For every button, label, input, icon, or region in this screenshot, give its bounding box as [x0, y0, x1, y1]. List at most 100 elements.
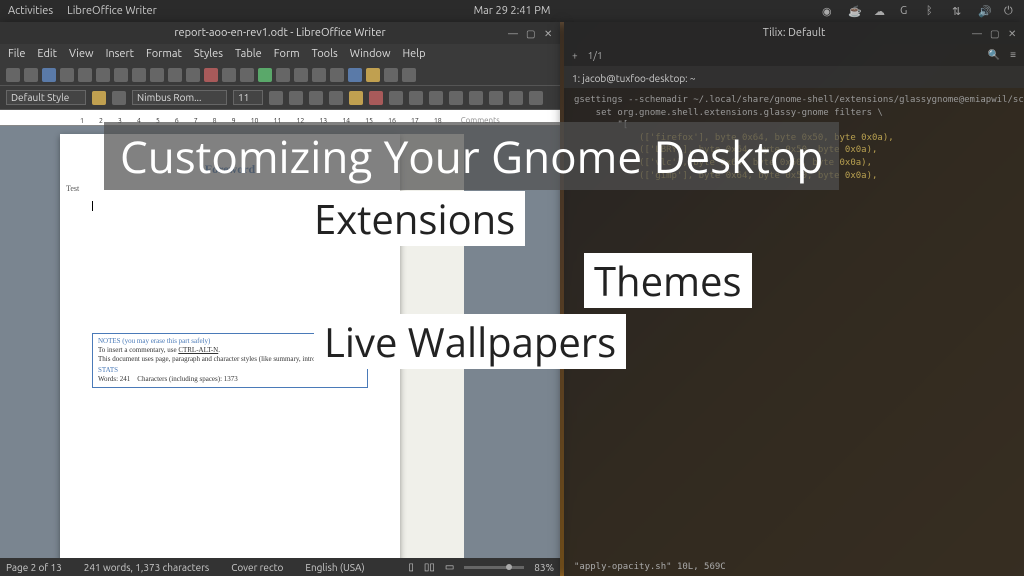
- font-color-icon[interactable]: [369, 91, 383, 105]
- special-char-icon[interactable]: [384, 68, 398, 82]
- italic-icon[interactable]: [289, 91, 303, 105]
- maximize-button[interactable]: ▢: [526, 28, 536, 38]
- bold-icon[interactable]: [269, 91, 283, 105]
- indent-inc-icon[interactable]: [529, 91, 543, 105]
- header-icon[interactable]: [312, 68, 326, 82]
- power-icon[interactable]: ⏻: [1004, 5, 1016, 17]
- menu-view[interactable]: View: [69, 48, 94, 60]
- bullets-icon[interactable]: [469, 91, 483, 105]
- bluetooth-icon[interactable]: ᛒ: [926, 5, 938, 17]
- font-size-select[interactable]: 11: [233, 90, 263, 105]
- tilix-nav[interactable]: 1/1: [588, 50, 603, 61]
- page-break-icon[interactable]: [348, 68, 362, 82]
- align-justify-icon[interactable]: [449, 91, 463, 105]
- align-left-icon[interactable]: [389, 91, 403, 105]
- coffee-icon[interactable]: ☕: [848, 5, 860, 17]
- image-icon[interactable]: [240, 68, 254, 82]
- table-icon[interactable]: [222, 68, 236, 82]
- tilix-menu-icon[interactable]: ≡: [1010, 49, 1016, 61]
- lo-toolbar-formatting: Default Style Nimbus Rom... 11: [0, 86, 560, 110]
- menu-styles[interactable]: Styles: [194, 48, 223, 60]
- tilix-close-button[interactable]: ✕: [1008, 28, 1018, 38]
- menu-form[interactable]: Form: [274, 48, 300, 60]
- activities-button[interactable]: Activities: [8, 5, 53, 17]
- highlight-icon[interactable]: [349, 91, 363, 105]
- field-icon[interactable]: [366, 68, 380, 82]
- steam-icon[interactable]: ◉: [822, 5, 834, 17]
- update-style-icon[interactable]: [92, 91, 106, 105]
- tilix-search-icon[interactable]: 🔍: [988, 49, 1000, 61]
- save-icon[interactable]: [42, 68, 56, 82]
- indent-dec-icon[interactable]: [509, 91, 523, 105]
- pdf-icon[interactable]: [60, 68, 74, 82]
- tilix-maximize-button[interactable]: ▢: [990, 28, 1000, 38]
- menu-edit[interactable]: Edit: [37, 48, 57, 60]
- lo-titlebar[interactable]: report-aoo-en-rev1.odt - LibreOffice Wri…: [0, 22, 560, 44]
- lo-statusbar: Page 2 of 13 241 words, 1,373 characters…: [0, 558, 560, 576]
- numbering-icon[interactable]: [489, 91, 503, 105]
- status-wordcount[interactable]: 241 words, 1,373 characters: [84, 562, 209, 573]
- tilix-minimize-button[interactable]: —: [972, 28, 982, 38]
- cloud-icon[interactable]: ☁: [874, 5, 886, 17]
- copy-icon[interactable]: [114, 68, 128, 82]
- network-icon[interactable]: ⇅: [952, 5, 964, 17]
- tilix-toolbar: + 1/1 🔍 ≡: [564, 44, 1024, 66]
- topbar-clock[interactable]: Mar 29 2:41 PM: [474, 5, 551, 17]
- new-style-icon[interactable]: [112, 91, 126, 105]
- vim-statusline: "apply-opacity.sh" 10L, 569C: [574, 562, 726, 572]
- menu-table[interactable]: Table: [235, 48, 262, 60]
- libreoffice-window: report-aoo-en-rev1.odt - LibreOffice Wri…: [0, 22, 560, 576]
- comment-icon[interactable]: [294, 68, 308, 82]
- chart-icon[interactable]: [258, 68, 272, 82]
- overlay-wallpapers: Live Wallpapers: [314, 314, 626, 369]
- underline-icon[interactable]: [309, 91, 323, 105]
- overlay-themes: Themes: [584, 253, 752, 308]
- menu-help[interactable]: Help: [402, 48, 425, 60]
- font-name-select[interactable]: Nimbus Rom...: [132, 90, 227, 105]
- view-book-icon[interactable]: ▭: [445, 561, 454, 573]
- cut-icon[interactable]: [96, 68, 110, 82]
- status-page-style[interactable]: Cover recto: [231, 562, 283, 573]
- minimize-button[interactable]: —: [508, 28, 518, 38]
- redo-icon[interactable]: [168, 68, 182, 82]
- hyperlink-icon[interactable]: [276, 68, 290, 82]
- lo-toolbar-standard: [0, 64, 560, 86]
- lo-menubar: File Edit View Insert Format Styles Tabl…: [0, 44, 560, 64]
- find-icon[interactable]: [186, 68, 200, 82]
- overlay-title: Customizing Your Gnome Desktop: [104, 122, 839, 190]
- sync-icon[interactable]: G: [900, 5, 912, 17]
- strike-icon[interactable]: [329, 91, 343, 105]
- open-icon[interactable]: [24, 68, 38, 82]
- view-multi-icon[interactable]: ▯▯: [424, 561, 435, 573]
- paste-icon[interactable]: [132, 68, 146, 82]
- topbar-app-label[interactable]: LibreOffice Writer: [67, 5, 157, 17]
- tilix-title: Tilix: Default: [763, 27, 826, 39]
- close-button[interactable]: ✕: [544, 28, 554, 38]
- spellcheck-icon[interactable]: [204, 68, 218, 82]
- volume-icon[interactable]: 🔊: [978, 5, 990, 17]
- para-style-select[interactable]: Default Style: [6, 90, 86, 105]
- overlay-extensions: Extensions: [304, 191, 525, 246]
- zoom-slider[interactable]: [464, 566, 524, 569]
- draw-icon[interactable]: [402, 68, 416, 82]
- tilix-add-icon[interactable]: +: [572, 50, 578, 61]
- status-page[interactable]: Page 2 of 13: [6, 562, 62, 573]
- zoom-percent[interactable]: 83%: [534, 562, 554, 573]
- menu-tools[interactable]: Tools: [312, 48, 338, 60]
- tilix-tab[interactable]: 1: jacob@tuxfoo-desktop: ~: [572, 73, 696, 84]
- undo-icon[interactable]: [150, 68, 164, 82]
- menu-format[interactable]: Format: [146, 48, 182, 60]
- view-single-icon[interactable]: ▯: [408, 561, 414, 573]
- lo-title: report-aoo-en-rev1.odt - LibreOffice Wri…: [174, 27, 385, 39]
- menu-insert[interactable]: Insert: [106, 48, 134, 60]
- footer-icon[interactable]: [330, 68, 344, 82]
- status-language[interactable]: English (USA): [305, 562, 364, 573]
- menu-window[interactable]: Window: [350, 48, 391, 60]
- text-cursor: [92, 201, 93, 211]
- new-icon[interactable]: [6, 68, 20, 82]
- align-center-icon[interactable]: [409, 91, 423, 105]
- tilix-titlebar[interactable]: Tilix: Default — ▢ ✕: [564, 22, 1024, 44]
- menu-file[interactable]: File: [8, 48, 25, 60]
- print-icon[interactable]: [78, 68, 92, 82]
- align-right-icon[interactable]: [429, 91, 443, 105]
